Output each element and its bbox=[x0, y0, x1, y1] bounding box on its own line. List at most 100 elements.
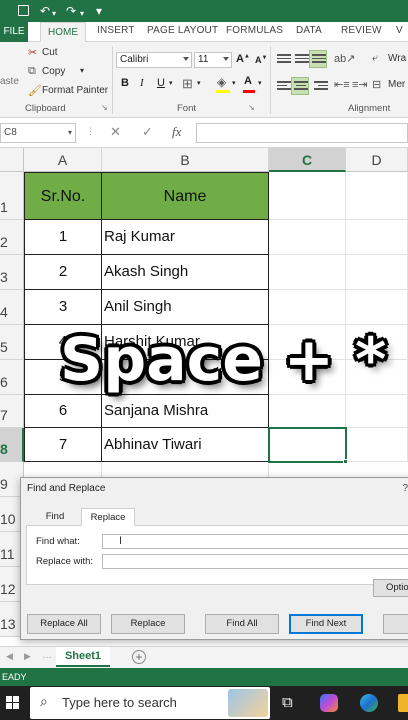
tab-insert[interactable]: INSERT bbox=[97, 25, 135, 36]
close-button[interactable] bbox=[383, 614, 408, 634]
undo-dropdown-icon[interactable]: ▾ bbox=[52, 6, 56, 22]
format-painter-button[interactable]: Format Painter bbox=[42, 85, 108, 96]
row-header[interactable]: 5 bbox=[0, 325, 24, 360]
tab-replace[interactable]: Replace bbox=[81, 508, 135, 526]
cell[interactable] bbox=[346, 220, 408, 255]
underline-dropdown-icon[interactable]: ▾ bbox=[169, 79, 173, 87]
merge-center-icon[interactable]: ⊟ bbox=[372, 78, 381, 91]
fill-handle[interactable] bbox=[343, 459, 348, 464]
task-view-icon[interactable]: ⧉ bbox=[282, 694, 293, 711]
italic-button[interactable]: I bbox=[140, 77, 144, 89]
replace-button[interactable]: Replace bbox=[111, 614, 185, 634]
replace-all-button[interactable]: Replace All bbox=[27, 614, 101, 634]
row-header[interactable]: 7 bbox=[0, 395, 24, 428]
tab-review[interactable]: REVIEW bbox=[341, 25, 382, 36]
bold-button[interactable]: B bbox=[121, 77, 129, 89]
tab-view[interactable]: V bbox=[396, 25, 403, 36]
select-all-corner[interactable] bbox=[0, 148, 24, 172]
borders-dropdown-icon[interactable]: ▾ bbox=[197, 79, 201, 87]
dialog-help-button[interactable]: ? bbox=[402, 483, 408, 494]
align-right-icon[interactable] bbox=[314, 81, 328, 93]
copy-button[interactable]: Copy bbox=[42, 66, 65, 77]
enter-icon[interactable]: ✓ bbox=[142, 124, 153, 140]
formula-input[interactable] bbox=[196, 123, 408, 143]
add-sheet-icon[interactable]: + bbox=[132, 650, 146, 664]
borders-icon[interactable]: ⊞ bbox=[182, 76, 193, 92]
fill-color-icon[interactable]: ◈ bbox=[217, 75, 226, 89]
row-header[interactable]: 4 bbox=[0, 290, 24, 325]
underline-button[interactable]: U bbox=[157, 77, 165, 89]
cancel-icon[interactable]: ✕ bbox=[110, 124, 121, 140]
name-box[interactable]: C8 ▾ bbox=[0, 123, 76, 143]
font-launcher-icon[interactable]: ↘ bbox=[248, 103, 255, 112]
cell[interactable] bbox=[346, 290, 408, 325]
row-header[interactable]: 1 bbox=[0, 172, 24, 220]
wrap-text-icon[interactable]: ⤶ bbox=[372, 52, 378, 65]
align-center-button[interactable] bbox=[291, 77, 309, 95]
bottom-align-button[interactable] bbox=[309, 50, 327, 68]
font-size-select[interactable]: 11 bbox=[194, 52, 232, 68]
cell[interactable] bbox=[346, 255, 408, 290]
cell[interactable] bbox=[269, 220, 346, 255]
replace-with-input[interactable] bbox=[102, 554, 408, 569]
options-button[interactable]: Optio bbox=[373, 579, 408, 597]
top-align-icon[interactable] bbox=[277, 54, 291, 66]
cell[interactable] bbox=[346, 395, 408, 428]
table-cell-name[interactable]: Raj Kumar bbox=[102, 220, 269, 255]
table-cell-srno[interactable]: 6 bbox=[24, 395, 102, 428]
table-header-name[interactable]: Name bbox=[102, 172, 269, 220]
tab-find[interactable]: Find bbox=[35, 508, 75, 526]
cell[interactable] bbox=[269, 172, 346, 220]
row-header[interactable]: 6 bbox=[0, 360, 24, 395]
windows-start-icon[interactable] bbox=[6, 696, 20, 710]
table-cell-name[interactable]: Abhinav Tiwari bbox=[102, 428, 269, 462]
paste-button[interactable]: aste bbox=[0, 76, 19, 87]
increase-font-icon[interactable]: A▲ bbox=[236, 53, 250, 65]
font-color-dropdown-icon[interactable]: ▾ bbox=[258, 79, 262, 87]
table-header-srno[interactable]: Sr.No. bbox=[24, 172, 102, 220]
find-what-input[interactable]: I bbox=[102, 534, 408, 549]
tab-page-layout[interactable]: PAGE LAYOUT bbox=[147, 25, 218, 36]
row-header[interactable]: 2 bbox=[0, 220, 24, 255]
wrap-text-button[interactable]: Wra bbox=[388, 53, 406, 64]
redo-dropdown-icon[interactable]: ▾ bbox=[80, 6, 84, 22]
column-header-b[interactable]: B bbox=[102, 148, 269, 172]
row-header[interactable]: 3 bbox=[0, 255, 24, 290]
column-header-c[interactable]: C bbox=[269, 148, 346, 172]
decrease-indent-icon[interactable]: ⇤≡ bbox=[334, 78, 350, 91]
insert-function-icon[interactable]: fx bbox=[172, 124, 181, 140]
cell[interactable] bbox=[346, 172, 408, 220]
middle-align-icon[interactable] bbox=[295, 54, 309, 66]
cell[interactable] bbox=[269, 290, 346, 325]
cut-button[interactable]: Cut bbox=[42, 47, 58, 58]
tab-home[interactable]: HOME bbox=[40, 22, 86, 43]
redo-icon[interactable]: ↷ bbox=[66, 3, 76, 19]
undo-icon[interactable]: ↶ bbox=[40, 3, 50, 19]
font-name-select[interactable]: Calibri bbox=[116, 52, 192, 68]
active-cell[interactable] bbox=[268, 427, 347, 463]
tab-formulas[interactable]: FORMULAS bbox=[226, 25, 283, 36]
align-left-icon[interactable] bbox=[277, 81, 291, 93]
file-explorer-icon[interactable] bbox=[398, 694, 408, 712]
column-header-d[interactable]: D bbox=[346, 148, 408, 172]
table-cell-srno[interactable]: 7 bbox=[24, 428, 102, 462]
edge-icon[interactable] bbox=[360, 694, 378, 712]
cell[interactable] bbox=[346, 428, 408, 462]
scroll-left-icon[interactable]: ◀ bbox=[6, 651, 13, 662]
merge-center-button[interactable]: Mer bbox=[388, 79, 405, 90]
clipboard-launcher-icon[interactable]: ↘ bbox=[101, 103, 108, 112]
tab-data[interactable]: DATA bbox=[296, 25, 322, 36]
copilot-icon[interactable] bbox=[320, 694, 338, 712]
copy-dropdown-icon[interactable]: ▾ bbox=[80, 66, 84, 75]
scroll-right-icon[interactable]: ▶ bbox=[24, 651, 31, 662]
column-header-a[interactable]: A bbox=[24, 148, 102, 172]
row-header-selected[interactable]: 8 bbox=[0, 428, 24, 462]
table-cell-name[interactable]: Sanjana Mishra bbox=[102, 395, 269, 428]
table-cell-srno[interactable]: 1 bbox=[24, 220, 102, 255]
table-cell-name[interactable]: Akash Singh bbox=[102, 255, 269, 290]
fill-color-dropdown-icon[interactable]: ▾ bbox=[232, 79, 236, 87]
sheet-tab-sheet1[interactable]: Sheet1 bbox=[56, 647, 110, 667]
increase-indent-icon[interactable]: ≡⇥ bbox=[352, 78, 368, 91]
cell[interactable] bbox=[269, 255, 346, 290]
cell[interactable] bbox=[269, 395, 346, 428]
